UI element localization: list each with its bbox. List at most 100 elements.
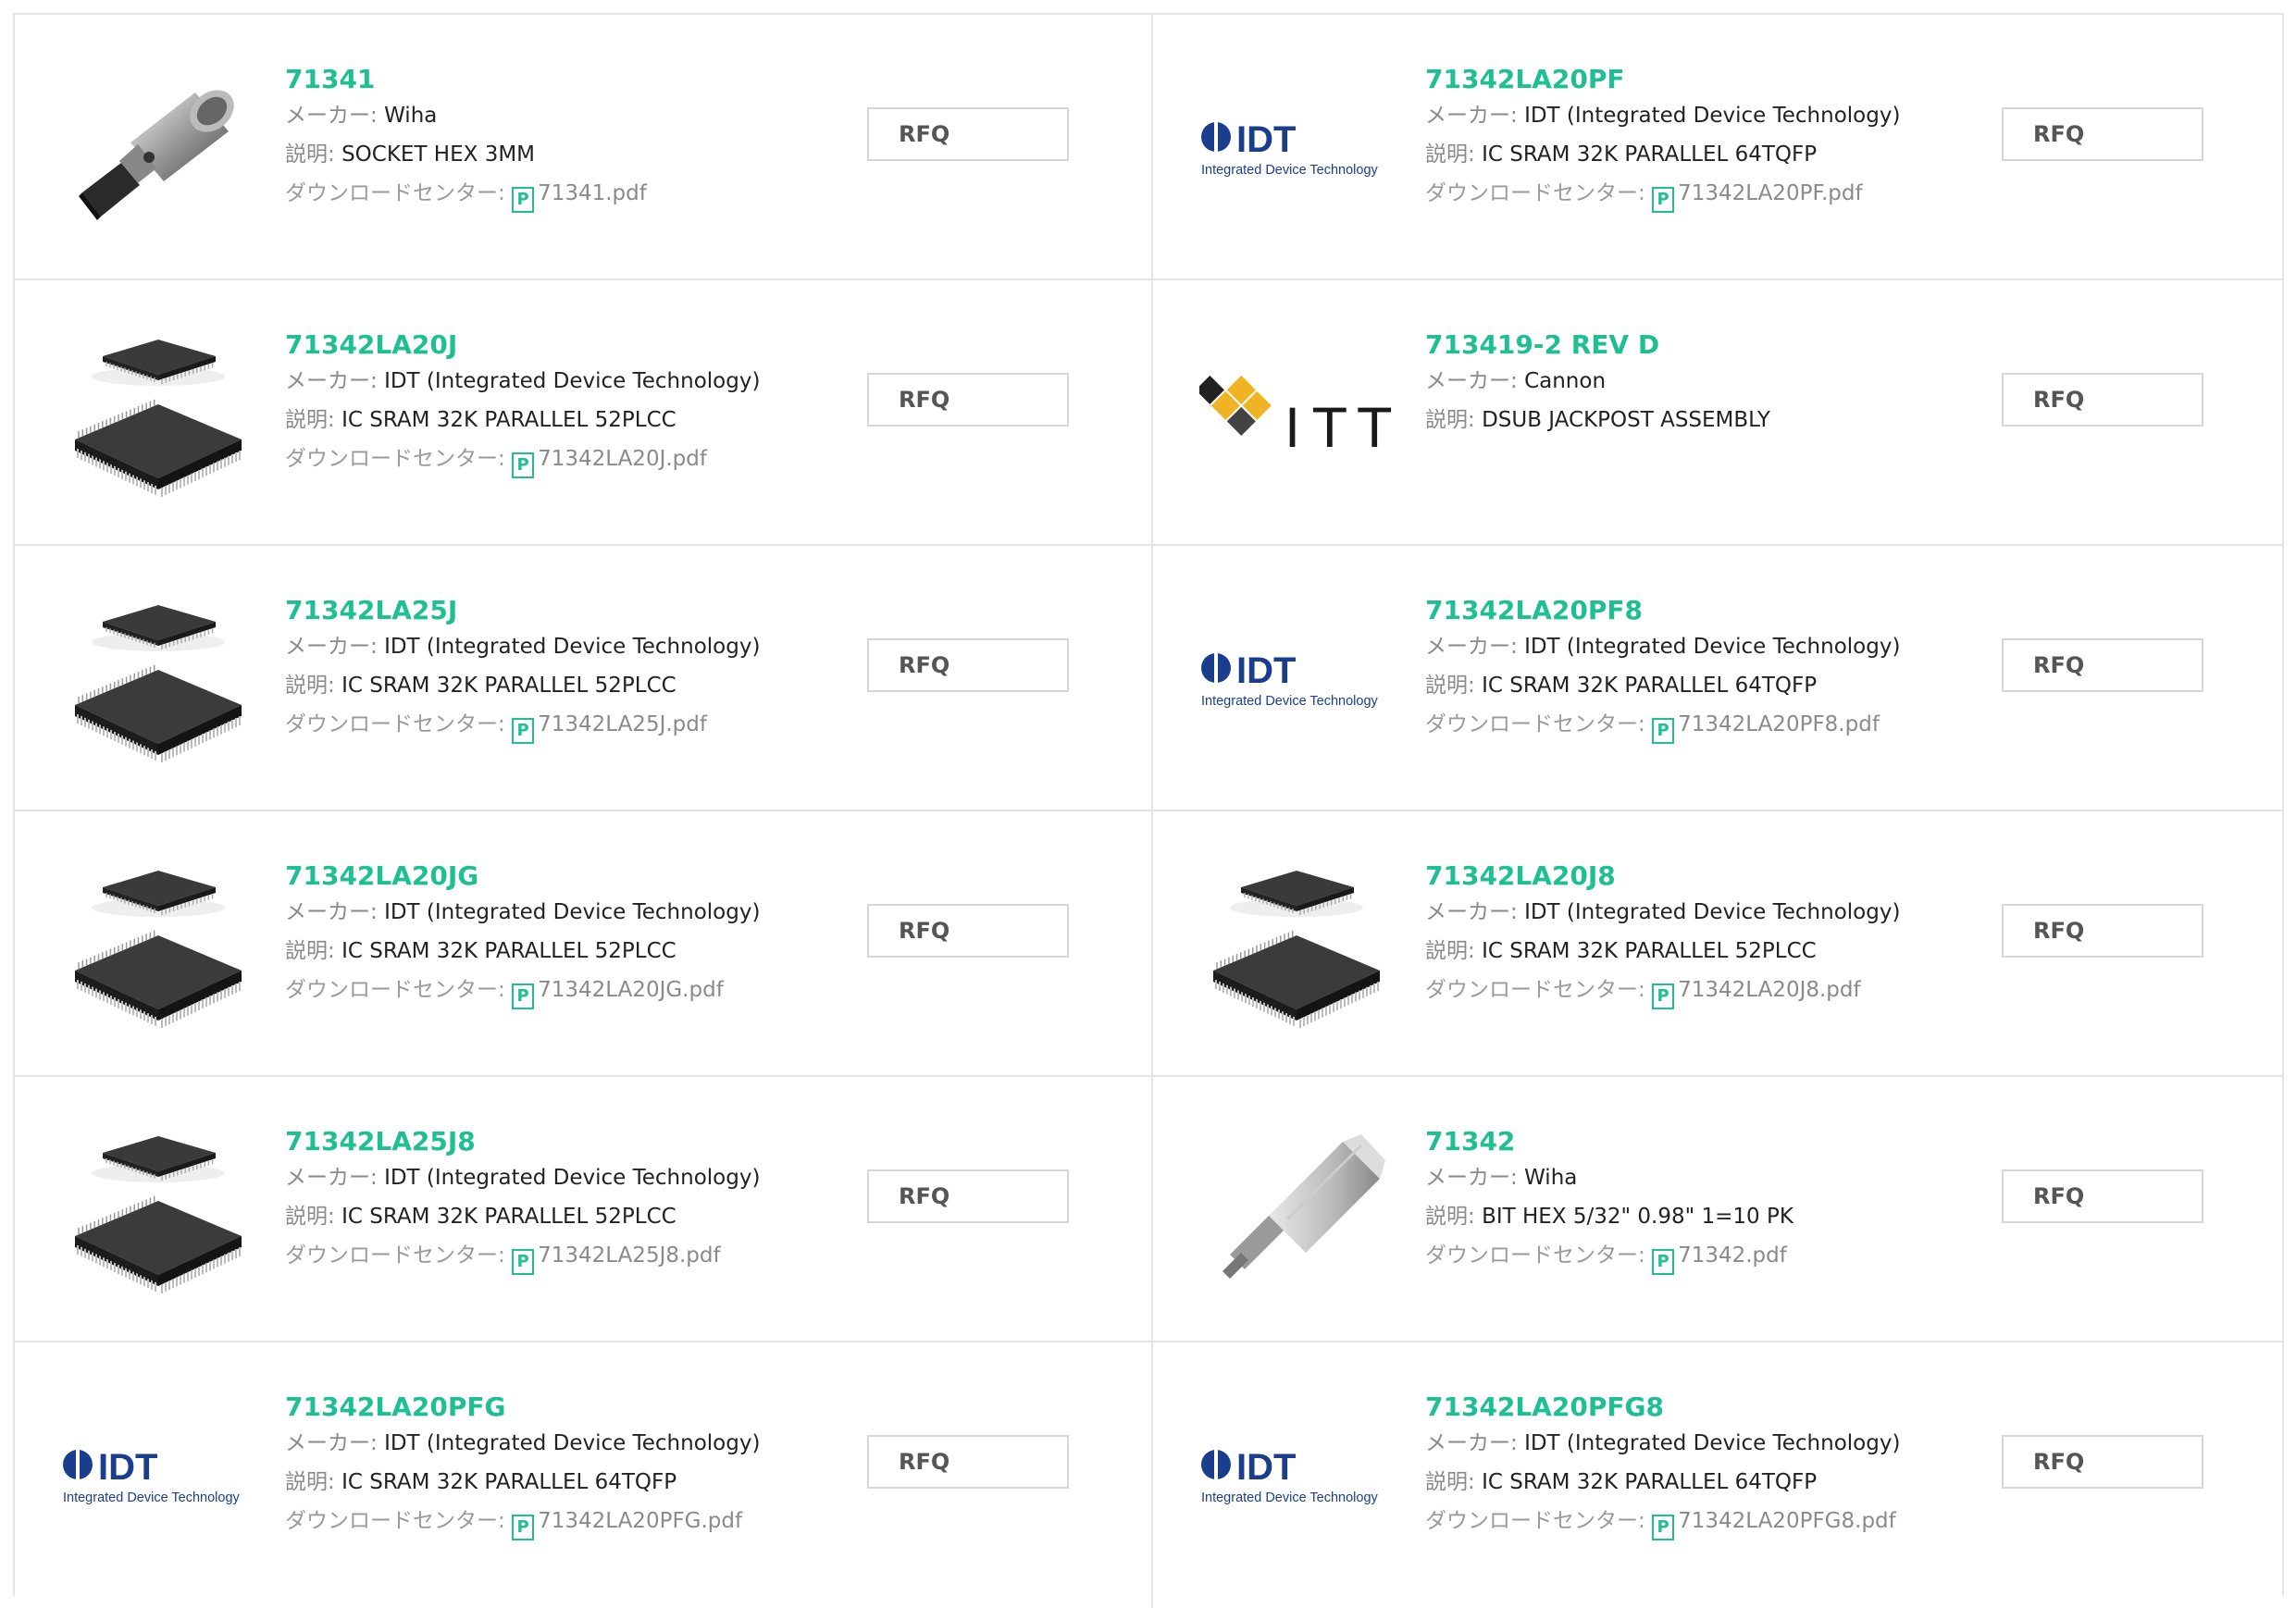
pdf-link[interactable]: 71342LA20PF.pdf [1678,181,1863,205]
rfq-button[interactable]: RFQ [2002,107,2203,161]
product-name-link[interactable]: 71342 [1425,1125,2017,1158]
maker-row: メーカー: IDT (Integrated Device Technology) [285,1158,877,1197]
pdf-link[interactable]: 71342LA20JG.pdf [538,978,724,1002]
download-row: ダウンロードセンター: P 71342LA20PFG.pdf [285,1502,877,1540]
rfq-button[interactable]: RFQ [867,904,1069,958]
pdf-link[interactable]: 71342LA20PFG8.pdf [1678,1509,1896,1533]
pdf-icon[interactable]: P [512,1515,535,1540]
rfq-button[interactable]: RFQ [2002,904,2203,958]
download-label: ダウンロードセンター: [1425,712,1653,736]
product-info: 71342LA20PFG8 メーカー: IDT (Integrated Devi… [1425,1391,2017,1540]
description-value: IC SRAM 32K PARALLEL 64TQFP [1482,1470,1818,1494]
description-value: DSUB JACKPOST ASSEMBLY [1482,408,1770,432]
hex-socket-image [79,90,234,220]
download-label: ダウンロードセンター: [285,447,513,471]
product-thumbnail[interactable]: IDT Integrated Device Technology [1199,54,1394,239]
download-row: ダウンロードセンター: P 71342LA25J.pdf [285,705,877,744]
description-label: 説明: [1425,674,1483,698]
rfq-button[interactable]: RFQ [2002,1169,2203,1223]
pdf-link[interactable]: 71342LA20J8.pdf [1678,978,1861,1002]
description-row: 説明: IC SRAM 32K PARALLEL 64TQFP [1425,1463,2017,1502]
rfq-button[interactable]: RFQ [2002,1435,2203,1489]
description-label: 説明: [285,674,342,698]
pdf-icon[interactable]: P [1652,1249,1675,1275]
download-row: ダウンロードセンター: P 71342LA25J8.pdf [285,1236,877,1275]
rfq-button[interactable]: RFQ [867,107,1069,161]
rfq-button[interactable]: RFQ [867,1169,1069,1223]
hex-bit-image [1222,1134,1385,1279]
maker-label: メーカー: [285,104,385,128]
pdf-icon[interactable]: P [1652,1515,1675,1540]
product-thumbnail[interactable]: ITT [1199,319,1394,504]
pdf-icon[interactable]: P [1652,983,1675,1009]
product-name-link[interactable]: 71342LA20PFG8 [1425,1391,2017,1424]
product-thumbnail[interactable] [1199,850,1394,1035]
description-row: 説明: IC SRAM 32K PARALLEL 52PLCC [285,1197,877,1236]
rfq-button[interactable]: RFQ [2002,373,2203,427]
idt-logo-mark: IDT [1236,1447,1296,1488]
pdf-link[interactable]: 71341.pdf [538,181,647,205]
product-thumbnail[interactable]: IDT Integrated Device Technology [1199,585,1394,770]
maker-label: メーカー: [1425,104,1525,128]
maker-value: IDT (Integrated Device Technology) [1524,900,1901,924]
description-value: BIT HEX 5/32" 0.98" 1=10 PK [1482,1205,1793,1229]
product-card: IDT Integrated Device Technology 71342LA… [1151,15,2284,280]
rfq-button[interactable]: RFQ [867,638,1069,692]
product-thumbnail[interactable] [61,585,255,770]
product-name-link[interactable]: 71342LA20PF8 [1425,594,2017,627]
rfq-button[interactable]: RFQ [867,1435,1069,1489]
pdf-link[interactable]: 71342LA20J.pdf [538,447,707,471]
description-label: 説明: [285,142,342,167]
pdf-icon[interactable]: P [512,452,535,478]
pdf-link[interactable]: 71342.pdf [1678,1243,1787,1268]
download-row: ダウンロードセンター: P 71341.pdf [285,174,877,213]
description-value: IC SRAM 32K PARALLEL 52PLCC [341,1205,676,1229]
product-name-link[interactable]: 71342LA20J [285,328,877,362]
product-card: IDT Integrated Device Technology 71342LA… [1151,1342,2284,1608]
idt-logo-mark: IDT [1236,650,1296,691]
product-name-link[interactable]: 71342LA20PFG [285,1391,877,1424]
product-name-link[interactable]: 71342LA20JG [285,860,877,893]
product-thumbnail[interactable] [61,54,255,239]
pdf-icon[interactable]: P [512,718,535,744]
product-card: 71342LA25J8 メーカー: IDT (Integrated Device… [15,1077,1151,1342]
product-name-link[interactable]: 71341 [285,63,877,96]
pdf-link[interactable]: 71342LA20PFG.pdf [538,1509,742,1533]
pdf-link[interactable]: 71342LA20PF8.pdf [1678,712,1880,736]
description-value: IC SRAM 32K PARALLEL 52PLCC [341,939,676,963]
product-name-link[interactable]: 71342LA25J8 [285,1125,877,1158]
pdf-icon[interactable]: P [512,1249,535,1275]
product-name-link[interactable]: 71342LA20PF [1425,63,2017,96]
product-thumbnail[interactable] [61,319,255,504]
pdf-icon[interactable]: P [512,983,535,1009]
pdf-icon[interactable]: P [512,187,535,213]
description-value: IC SRAM 32K PARALLEL 64TQFP [1482,674,1818,698]
maker-row: メーカー: IDT (Integrated Device Technology) [1425,893,2017,932]
product-card: 71342LA20JG メーカー: IDT (Integrated Device… [15,811,1151,1077]
pdf-icon[interactable]: P [1652,187,1675,213]
rfq-button[interactable]: RFQ [867,373,1069,427]
product-name-link[interactable]: 71342LA20J8 [1425,860,2017,893]
product-name-link[interactable]: 71342LA25J [285,594,877,627]
download-label: ダウンロードセンター: [1425,1509,1653,1533]
product-thumbnail[interactable] [61,850,255,1035]
pdf-link[interactable]: 71342LA25J8.pdf [538,1243,721,1268]
rfq-button[interactable]: RFQ [2002,638,2203,692]
maker-value: IDT (Integrated Device Technology) [384,635,761,659]
product-card: 71342 メーカー: Wiha 説明: BIT HEX 5/32" 0.98"… [1151,1077,2284,1342]
pdf-icon[interactable]: P [1652,718,1675,744]
product-thumbnail[interactable]: IDT Integrated Device Technology [1199,1381,1394,1566]
pdf-link[interactable]: 71342LA25J.pdf [538,712,707,736]
product-thumbnail[interactable] [61,1116,255,1301]
download-row: ダウンロードセンター: P 71342LA20PF.pdf [1425,174,2017,213]
idt-logo-tagline: Integrated Device Technology [1201,694,1379,709]
product-thumbnail[interactable] [1199,1116,1394,1301]
maker-value: Wiha [384,104,438,128]
maker-row: メーカー: IDT (Integrated Device Technology) [285,362,877,401]
download-label: ダウンロードセンター: [285,181,513,205]
product-thumbnail[interactable]: IDT Integrated Device Technology [61,1381,255,1566]
product-info: 713419-2 REV D メーカー: Cannon 説明: DSUB JAC… [1425,328,2017,439]
description-label: 説明: [285,1470,342,1494]
plcc-chip-image [75,871,242,1028]
product-name-link[interactable]: 713419-2 REV D [1425,328,2017,362]
